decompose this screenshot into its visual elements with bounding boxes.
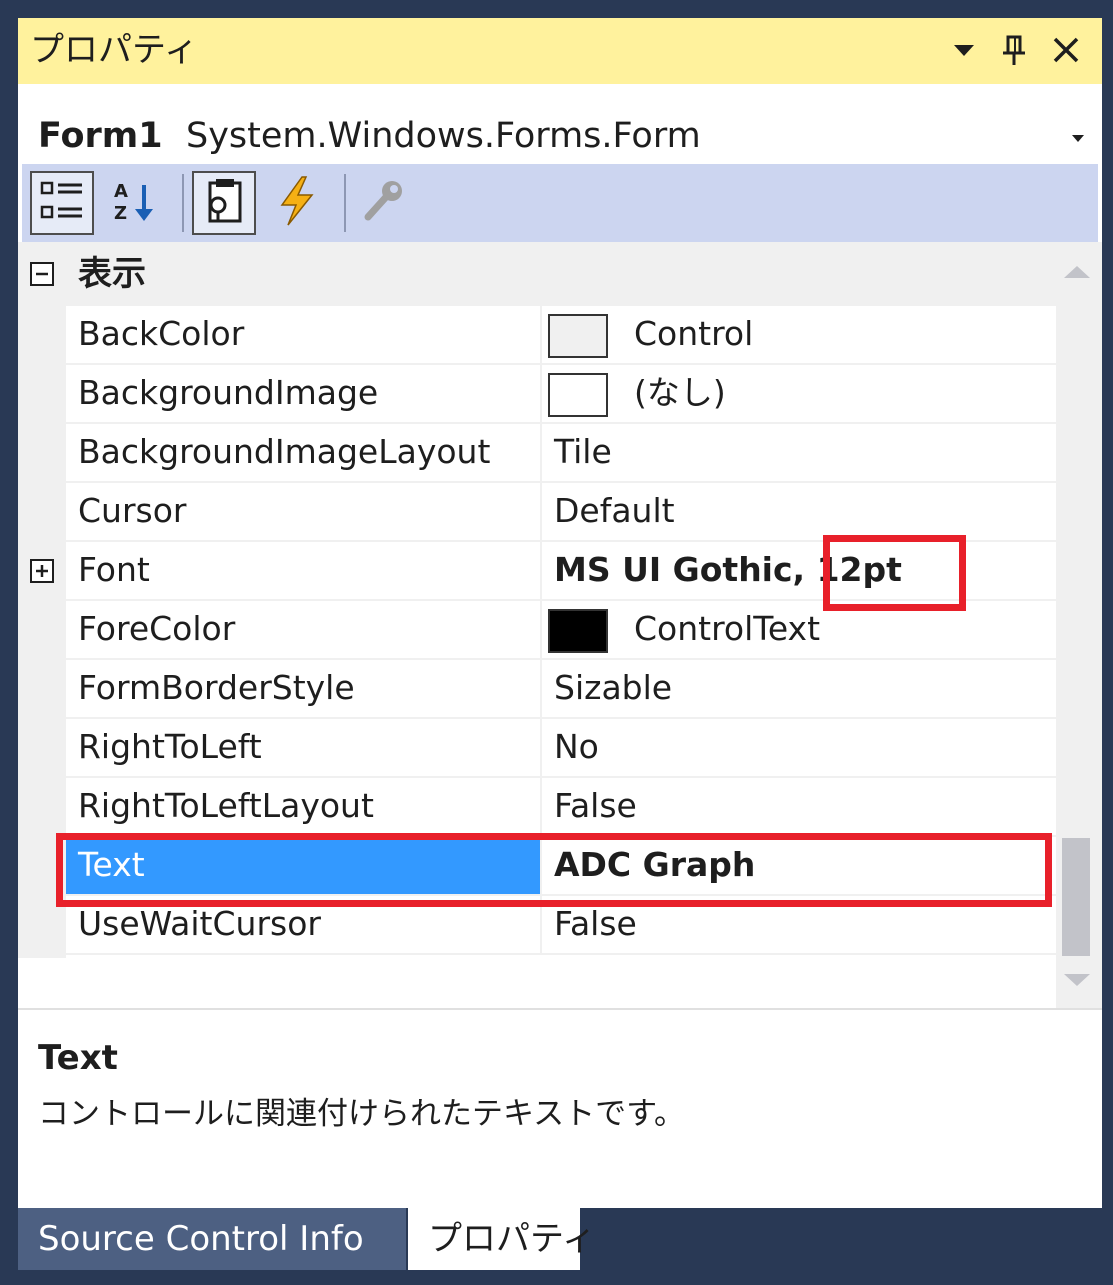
collapse-icon[interactable] xyxy=(30,262,54,286)
property-value-cell[interactable]: Default xyxy=(542,483,1056,540)
property-name: Font xyxy=(78,550,150,589)
property-value: Tile xyxy=(554,432,612,471)
property-row-formborderstyle[interactable]: FormBorderStyle Sizable xyxy=(66,660,1056,719)
property-row-righttoleftlayout[interactable]: RightToLeftLayout False xyxy=(66,778,1056,837)
properties-toolbar: A Z xyxy=(22,164,1098,242)
property-name-cell[interactable]: BackColor xyxy=(66,306,542,363)
property-name-cell[interactable]: RightToLeft xyxy=(66,719,542,776)
highlight-font-size xyxy=(823,535,966,611)
highlight-text-row xyxy=(56,833,1052,907)
window-title: プロパティ xyxy=(30,30,198,70)
chevron-down-icon[interactable] xyxy=(1068,130,1088,149)
category-label: 表示 xyxy=(78,254,146,294)
category-row[interactable]: 表示 xyxy=(18,242,1056,306)
property-value-cell[interactable]: MS UI Gothic, 12pt xyxy=(542,542,1056,599)
property-value-cell[interactable]: Control xyxy=(542,306,1056,363)
tab-source-control-info[interactable]: Source Control Info xyxy=(18,1208,406,1270)
property-name-cell[interactable]: FormBorderStyle xyxy=(66,660,542,717)
property-value: False xyxy=(554,786,637,825)
property-name: BackColor xyxy=(78,314,245,353)
color-swatch xyxy=(548,609,608,653)
property-value-cell[interactable]: No xyxy=(542,719,1056,776)
property-name: BackgroundImageLayout xyxy=(78,432,491,471)
property-value-cell[interactable]: Sizable xyxy=(542,660,1056,717)
property-row-cursor[interactable]: Cursor Default xyxy=(66,483,1056,542)
property-value: Control xyxy=(634,314,754,353)
property-value: No xyxy=(554,727,599,766)
categorized-icon[interactable] xyxy=(30,171,94,235)
object-name: Form1 xyxy=(38,116,163,156)
property-value-cell[interactable]: False xyxy=(542,778,1056,835)
dropdown-arrow-icon[interactable] xyxy=(946,32,982,68)
tab-properties[interactable]: プロパティ xyxy=(408,1208,596,1270)
expand-icon[interactable] xyxy=(30,559,54,583)
pin-icon[interactable] xyxy=(996,32,1032,68)
events-icon[interactable] xyxy=(268,171,332,235)
color-swatch xyxy=(548,314,608,358)
property-name-cell[interactable]: RightToLeftLayout xyxy=(66,778,542,835)
description-title: Text xyxy=(38,1038,118,1078)
scroll-thumb[interactable] xyxy=(1062,838,1090,956)
property-name-cell[interactable]: BackgroundImageLayout xyxy=(66,424,542,481)
property-row-backcolor[interactable]: BackColor Control xyxy=(66,306,1056,365)
description-body: コントロールに関連付けられたテキストです。 xyxy=(38,1096,685,1132)
property-name-cell[interactable]: Cursor xyxy=(66,483,542,540)
property-value-cell[interactable]: (なし) xyxy=(542,365,1056,422)
property-name: Cursor xyxy=(78,491,187,530)
svg-text:A: A xyxy=(114,181,128,202)
tab-strip: Source Control Info プロパティ xyxy=(0,1208,1113,1285)
property-value: False xyxy=(554,904,637,943)
property-value: (なし) xyxy=(634,373,726,412)
property-row-backgroundimagelayout[interactable]: BackgroundImageLayout Tile xyxy=(66,424,1056,483)
property-name: BackgroundImage xyxy=(78,373,379,412)
property-name: RightToLeftLayout xyxy=(78,786,374,825)
property-row-backgroundimage[interactable]: BackgroundImage (なし) xyxy=(66,365,1056,424)
alphabetical-icon[interactable]: A Z xyxy=(106,171,170,235)
description-pane: Text コントロールに関連付けられたテキストです。 xyxy=(18,1008,1102,1208)
properties-icon[interactable] xyxy=(192,171,256,235)
svg-text:Z: Z xyxy=(114,203,127,224)
close-icon[interactable] xyxy=(1048,32,1084,68)
scroll-up-icon[interactable] xyxy=(1062,262,1092,282)
property-value-cell[interactable]: Tile xyxy=(542,424,1056,481)
property-value: Sizable xyxy=(554,668,673,707)
vertical-scrollbar[interactable] xyxy=(1056,242,1102,1012)
title-bar: プロパティ xyxy=(18,18,1102,84)
property-value-cell[interactable]: ControlText xyxy=(542,601,1056,658)
property-name: UseWaitCursor xyxy=(78,904,321,943)
color-swatch xyxy=(548,373,608,417)
property-row-righttoleft[interactable]: RightToLeft No xyxy=(66,719,1056,778)
property-value: Default xyxy=(554,491,675,530)
properties-panel: プロパティ Form1 System.Windows.Forms.Form A … xyxy=(18,18,1102,1208)
property-name-cell[interactable]: Font xyxy=(66,542,542,599)
property-name-cell[interactable]: ForeColor xyxy=(66,601,542,658)
property-value: ControlText xyxy=(634,609,821,648)
property-name: ForeColor xyxy=(78,609,236,648)
property-name: RightToLeft xyxy=(78,727,262,766)
object-type: System.Windows.Forms.Form xyxy=(186,116,701,156)
property-name: FormBorderStyle xyxy=(78,668,355,707)
property-pages-icon[interactable] xyxy=(354,171,418,235)
property-name-cell[interactable]: BackgroundImage xyxy=(66,365,542,422)
scroll-down-icon[interactable] xyxy=(1062,970,1092,990)
